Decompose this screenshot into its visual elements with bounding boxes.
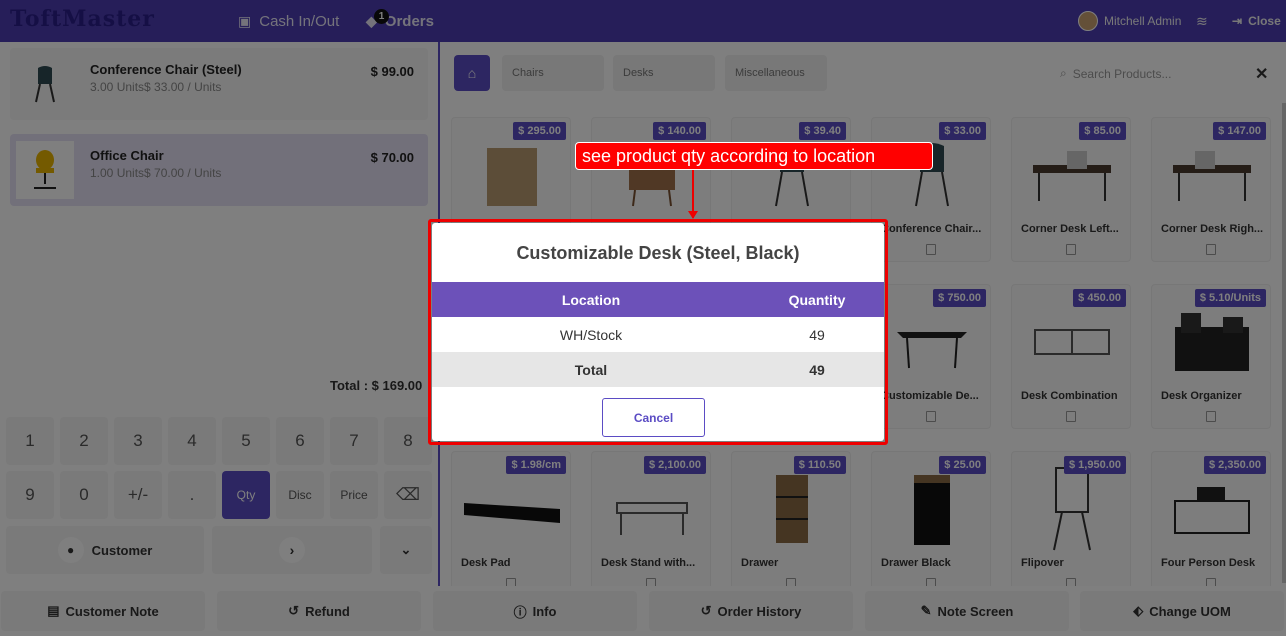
quantity-cell: 49 xyxy=(809,326,825,343)
quantity-column-header: Quantity xyxy=(788,291,846,308)
annotation-arrowhead xyxy=(688,211,698,219)
total-value: 49 xyxy=(809,361,825,378)
cancel-button[interactable]: Cancel xyxy=(602,398,705,437)
total-label: Total xyxy=(574,361,608,378)
product-qty-popup: Customizable Desk (Steel, Black) Locatio… xyxy=(432,223,884,441)
annotation-callout: see product qty according to location xyxy=(575,142,933,170)
table-row: WH/Stock 49 xyxy=(432,317,884,352)
table-header: Location Quantity xyxy=(432,282,884,317)
total-row: Total 49 xyxy=(432,352,884,387)
location-quantity-table: Location Quantity WH/Stock 49 Total 49 xyxy=(432,282,884,387)
popup-title: Customizable Desk (Steel, Black) xyxy=(516,243,800,263)
location-column-header: Location xyxy=(561,291,621,308)
location-cell: WH/Stock xyxy=(559,326,623,343)
